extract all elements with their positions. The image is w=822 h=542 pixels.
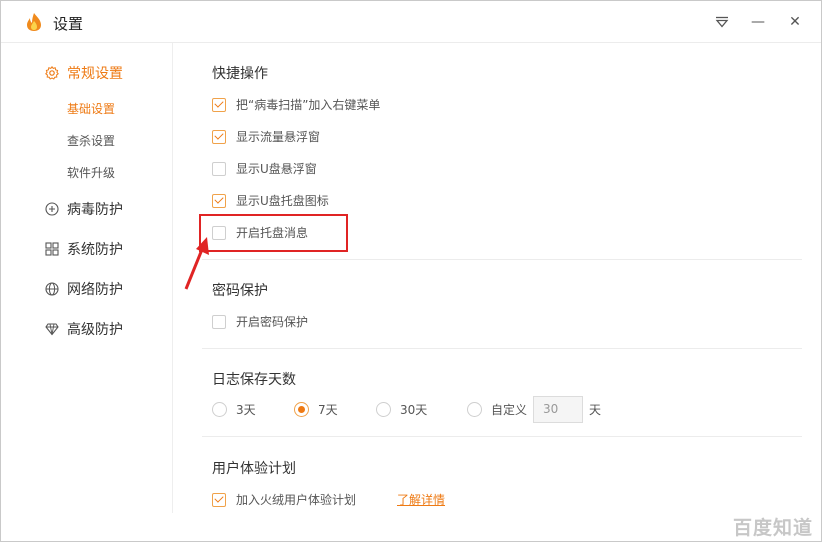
settings-content: 快捷操作 把“病毒扫描”加入右键菜单 显示流量悬浮窗 显示U盘悬浮窗 显示U盘托… xyxy=(174,43,821,513)
option-label: 显示流量悬浮窗 xyxy=(236,130,321,144)
globe-icon xyxy=(45,282,59,296)
radio-label: 自定义 xyxy=(491,403,528,417)
divider xyxy=(202,348,802,349)
radio-label: 7天 xyxy=(318,403,338,417)
option-label: 把“病毒扫描”加入右键菜单 xyxy=(236,98,381,112)
divider xyxy=(202,436,802,437)
minimize-button[interactable]: — xyxy=(745,9,771,35)
radio-7-days[interactable]: 7天 xyxy=(294,401,338,418)
sidebar-item-virus[interactable]: 病毒防护 xyxy=(45,199,123,219)
learn-more-link[interactable]: 了解详情 xyxy=(397,491,445,508)
sidebar-item-label: 高级防护 xyxy=(67,322,123,338)
checkbox[interactable] xyxy=(212,492,226,507)
option-usb-float[interactable]: 显示U盘悬浮窗 xyxy=(212,160,317,177)
section-title-quick-ops: 快捷操作 xyxy=(212,66,268,82)
annotation-arrow-icon xyxy=(184,237,209,290)
option-label: 加入火绒用户体验计划 xyxy=(236,493,357,507)
radio-button[interactable] xyxy=(294,402,309,417)
checkbox[interactable] xyxy=(212,129,226,144)
checkbox[interactable] xyxy=(212,161,226,176)
radio-button[interactable] xyxy=(376,402,391,417)
radio-3-days[interactable]: 3天 xyxy=(212,401,256,418)
option-context-menu[interactable]: 把“病毒扫描”加入右键菜单 xyxy=(212,96,380,113)
sidebar-item-label: 病毒防护 xyxy=(67,202,123,218)
checkbox[interactable] xyxy=(212,314,226,329)
sidebar-subitem-basic[interactable]: 基础设置 xyxy=(67,100,115,117)
log-days-radio-group: 3天 7天 30天 自定义 30 天 xyxy=(212,396,812,423)
divider xyxy=(202,259,802,260)
grid-icon xyxy=(45,242,59,256)
sidebar-subitem-upgrade[interactable]: 软件升级 xyxy=(67,164,115,181)
radio-label: 30天 xyxy=(400,403,428,417)
sidebar-item-network[interactable]: 网络防护 xyxy=(45,279,123,299)
option-usb-tray-icon[interactable]: 显示U盘托盘图标 xyxy=(212,192,329,209)
close-button[interactable]: ✕ xyxy=(782,9,808,35)
sidebar-item-general[interactable]: 常规设置 xyxy=(45,63,123,83)
app-logo-icon xyxy=(27,13,41,31)
dropdown-triangle-icon xyxy=(715,16,729,28)
option-label: 显示U盘托盘图标 xyxy=(236,194,329,208)
custom-days-input[interactable]: 30 xyxy=(533,396,583,423)
close-icon: ✕ xyxy=(789,14,801,30)
option-traffic-float[interactable]: 显示流量悬浮窗 xyxy=(212,128,320,145)
radio-button[interactable] xyxy=(212,402,227,417)
sidebar-item-system[interactable]: 系统防护 xyxy=(45,239,123,259)
sidebar: 常规设置 基础设置 查杀设置 软件升级 病毒防护 系统防护 网络防护 高级防护 xyxy=(1,43,173,513)
option-ux-plan[interactable]: 加入火绒用户体验计划 xyxy=(212,491,356,508)
checkbox[interactable] xyxy=(212,193,226,208)
days-unit-label: 天 xyxy=(589,403,602,417)
settings-window: 设置 — ✕ 常规设置 基础设置 查杀设置 软件升级 病毒防护 系统防护 网络防… xyxy=(0,0,822,542)
sidebar-item-label: 系统防护 xyxy=(67,242,123,258)
section-title-password: 密码保护 xyxy=(212,283,268,299)
sidebar-item-advanced[interactable]: 高级防护 xyxy=(45,319,123,339)
option-password-protect[interactable]: 开启密码保护 xyxy=(212,313,308,330)
menu-dropdown-button[interactable] xyxy=(709,9,735,35)
sidebar-subitem-scan[interactable]: 查杀设置 xyxy=(67,132,115,149)
diamond-icon xyxy=(45,322,59,336)
minimize-icon: — xyxy=(751,14,765,30)
title-bar: 设置 — ✕ xyxy=(1,1,821,43)
option-label: 显示U盘悬浮窗 xyxy=(236,162,317,176)
watermark: 百度知道 xyxy=(733,517,814,539)
section-title-log-days: 日志保存天数 xyxy=(212,372,296,388)
sidebar-item-label: 网络防护 xyxy=(67,282,123,298)
annotation-highlight-box xyxy=(199,214,348,252)
plus-circle-icon xyxy=(45,202,59,216)
sidebar-item-label: 常规设置 xyxy=(67,66,123,82)
gear-icon xyxy=(45,66,59,80)
radio-30-days[interactable]: 30天 xyxy=(376,401,427,418)
radio-button[interactable] xyxy=(467,402,482,417)
radio-label: 3天 xyxy=(236,403,256,417)
radio-custom[interactable]: 自定义 xyxy=(467,401,527,418)
window-title: 设置 xyxy=(53,15,84,33)
option-label: 开启密码保护 xyxy=(236,315,309,329)
checkbox[interactable] xyxy=(212,97,226,112)
section-title-ux-plan: 用户体验计划 xyxy=(212,461,296,477)
